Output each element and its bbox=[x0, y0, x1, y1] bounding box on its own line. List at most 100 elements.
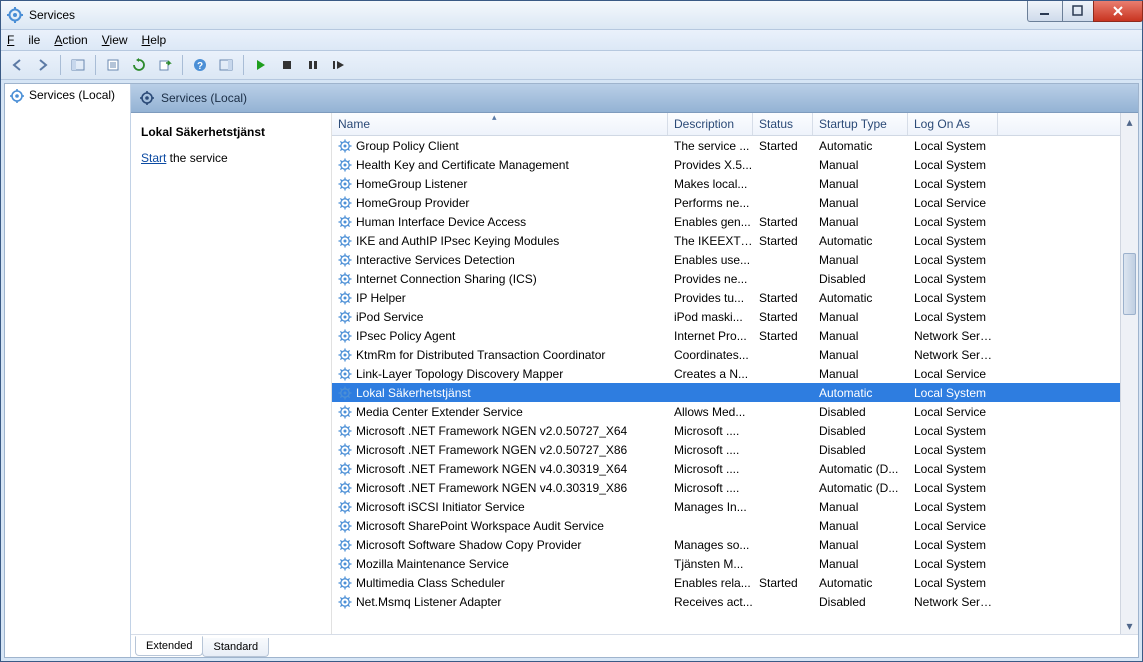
toolbar-separator bbox=[95, 55, 96, 75]
service-description: Enables use... bbox=[668, 253, 753, 267]
service-name: Internet Connection Sharing (ICS) bbox=[356, 272, 537, 286]
service-logon: Local System bbox=[908, 234, 998, 248]
service-row[interactable]: Net.Msmq Listener AdapterReceives act...… bbox=[332, 592, 1138, 611]
service-row[interactable]: Media Center Extender Service Allows Med.… bbox=[332, 402, 1138, 421]
service-name: Microsoft iSCSI Initiator Service bbox=[356, 500, 525, 514]
col-name[interactable]: Name▴ bbox=[332, 113, 668, 135]
service-row[interactable]: Mozilla Maintenance ServiceTjänsten M...… bbox=[332, 554, 1138, 573]
svg-text:?: ? bbox=[197, 61, 203, 72]
back-button[interactable] bbox=[5, 53, 29, 77]
pause-service-button[interactable] bbox=[301, 53, 325, 77]
toolbar-separator bbox=[60, 55, 61, 75]
service-description: Performs ne... bbox=[668, 196, 753, 210]
menu-file[interactable]: File bbox=[7, 33, 40, 47]
details-header: Services (Local) bbox=[131, 84, 1138, 113]
col-logon[interactable]: Log On As bbox=[908, 113, 998, 135]
service-row[interactable]: Microsoft iSCSI Initiator ServiceManages… bbox=[332, 497, 1138, 516]
service-status: Started bbox=[753, 576, 813, 590]
service-name: Microsoft SharePoint Workspace Audit Ser… bbox=[356, 519, 604, 533]
service-row[interactable]: IKE and AuthIP IPsec Keying ModulesThe I… bbox=[332, 231, 1138, 250]
help-button[interactable]: ? bbox=[188, 53, 212, 77]
service-name: IP Helper bbox=[356, 291, 406, 305]
menu-action[interactable]: Action bbox=[54, 33, 87, 47]
service-name: Microsoft .NET Framework NGEN v2.0.50727… bbox=[356, 443, 627, 457]
service-name: Microsoft Software Shadow Copy Provider bbox=[356, 538, 581, 552]
vertical-scrollbar[interactable]: ▴ ▾ bbox=[1120, 113, 1138, 634]
service-row[interactable]: Microsoft SharePoint Workspace Audit Ser… bbox=[332, 516, 1138, 535]
service-row[interactable]: KtmRm for Distributed Transaction Coordi… bbox=[332, 345, 1138, 364]
service-row[interactable]: IP HelperProvides tu...StartedAutomaticL… bbox=[332, 288, 1138, 307]
menu-help[interactable]: Help bbox=[142, 33, 167, 47]
action-panel-button[interactable] bbox=[214, 53, 238, 77]
properties-button[interactable] bbox=[101, 53, 125, 77]
service-row[interactable]: Microsoft .NET Framework NGEN v4.0.30319… bbox=[332, 459, 1138, 478]
service-row[interactable]: Microsoft .NET Framework NGEN v2.0.50727… bbox=[332, 421, 1138, 440]
service-row[interactable]: HomeGroup ProviderPerforms ne...ManualLo… bbox=[332, 193, 1138, 212]
service-row[interactable]: Lokal SäkerhetstjänstAutomaticLocal Syst… bbox=[332, 383, 1138, 402]
service-description: Receives act... bbox=[668, 595, 753, 609]
menu-view[interactable]: View bbox=[102, 33, 128, 47]
service-row[interactable]: Link-Layer Topology Discovery MapperCrea… bbox=[332, 364, 1138, 383]
col-padding bbox=[998, 113, 1138, 135]
gear-icon bbox=[338, 348, 352, 362]
scroll-up-icon[interactable]: ▴ bbox=[1121, 113, 1138, 130]
tree-pane[interactable]: Services (Local) bbox=[5, 84, 131, 657]
service-row[interactable]: Microsoft .NET Framework NGEN v4.0.30319… bbox=[332, 478, 1138, 497]
start-service-button[interactable] bbox=[249, 53, 273, 77]
service-description: Allows Med... bbox=[668, 405, 753, 419]
gear-icon bbox=[338, 443, 352, 457]
service-row[interactable]: Interactive Services DetectionEnables us… bbox=[332, 250, 1138, 269]
stop-service-button[interactable] bbox=[275, 53, 299, 77]
maximize-button[interactable] bbox=[1062, 1, 1094, 22]
service-description: Microsoft .... bbox=[668, 462, 753, 476]
refresh-button[interactable] bbox=[127, 53, 151, 77]
show-hide-tree-button[interactable] bbox=[66, 53, 90, 77]
service-name: Health Key and Certificate Management bbox=[356, 158, 569, 172]
services-icon bbox=[9, 88, 25, 104]
service-name: Group Policy Client bbox=[356, 139, 459, 153]
tab-standard[interactable]: Standard bbox=[202, 638, 269, 657]
service-rows[interactable]: Group Policy ClientThe service ...Starte… bbox=[332, 136, 1138, 634]
forward-button[interactable] bbox=[31, 53, 55, 77]
service-row[interactable]: Internet Connection Sharing (ICS) Provide… bbox=[332, 269, 1138, 288]
col-status[interactable]: Status bbox=[753, 113, 813, 135]
col-description[interactable]: Description bbox=[668, 113, 753, 135]
service-startup: Disabled bbox=[813, 424, 908, 438]
start-link[interactable]: Start bbox=[141, 151, 166, 165]
service-startup: Disabled bbox=[813, 443, 908, 457]
service-list: Name▴ Description Status Startup Type Lo… bbox=[331, 113, 1138, 634]
service-row[interactable]: Microsoft .NET Framework NGEN v2.0.50727… bbox=[332, 440, 1138, 459]
service-logon: Network Service bbox=[908, 595, 998, 609]
service-row[interactable]: IPsec Policy AgentInternet Pro...Started… bbox=[332, 326, 1138, 345]
services-window: Services File Action View Help ? bbox=[0, 0, 1143, 662]
service-row[interactable]: Human Interface Device AccessEnables gen… bbox=[332, 212, 1138, 231]
service-row[interactable]: Group Policy ClientThe service ...Starte… bbox=[332, 136, 1138, 155]
service-row[interactable]: Multimedia Class Scheduler Enables rela..… bbox=[332, 573, 1138, 592]
service-status: Started bbox=[753, 329, 813, 343]
service-logon: Local System bbox=[908, 272, 998, 286]
service-row[interactable]: iPod ServiceiPod maski...StartedManualLo… bbox=[332, 307, 1138, 326]
gear-icon bbox=[338, 557, 352, 571]
restart-service-button[interactable] bbox=[327, 53, 351, 77]
tree-root-services-local[interactable]: Services (Local) bbox=[5, 84, 130, 108]
service-status: Started bbox=[753, 215, 813, 229]
service-row[interactable]: Health Key and Certificate ManagementPro… bbox=[332, 155, 1138, 174]
service-row[interactable]: Microsoft Software Shadow Copy ProviderM… bbox=[332, 535, 1138, 554]
service-name: Microsoft .NET Framework NGEN v4.0.30319… bbox=[356, 481, 627, 495]
service-logon: Local System bbox=[908, 139, 998, 153]
close-button[interactable] bbox=[1093, 1, 1143, 22]
col-startup[interactable]: Startup Type bbox=[813, 113, 908, 135]
service-description: Provides ne... bbox=[668, 272, 753, 286]
service-row[interactable]: HomeGroup ListenerMakes local...ManualLo… bbox=[332, 174, 1138, 193]
minimize-button[interactable] bbox=[1027, 1, 1063, 22]
service-startup: Automatic (D... bbox=[813, 462, 908, 476]
export-button[interactable] bbox=[153, 53, 177, 77]
scroll-thumb[interactable] bbox=[1123, 253, 1136, 315]
titlebar[interactable]: Services bbox=[1, 1, 1142, 30]
service-description: Enables rela... bbox=[668, 576, 753, 590]
scroll-down-icon[interactable]: ▾ bbox=[1121, 617, 1138, 634]
tab-extended[interactable]: Extended bbox=[135, 636, 203, 656]
service-name: Multimedia Class Scheduler bbox=[356, 576, 505, 590]
service-name: Media Center Extender Service bbox=[356, 405, 523, 419]
service-logon: Local System bbox=[908, 424, 998, 438]
